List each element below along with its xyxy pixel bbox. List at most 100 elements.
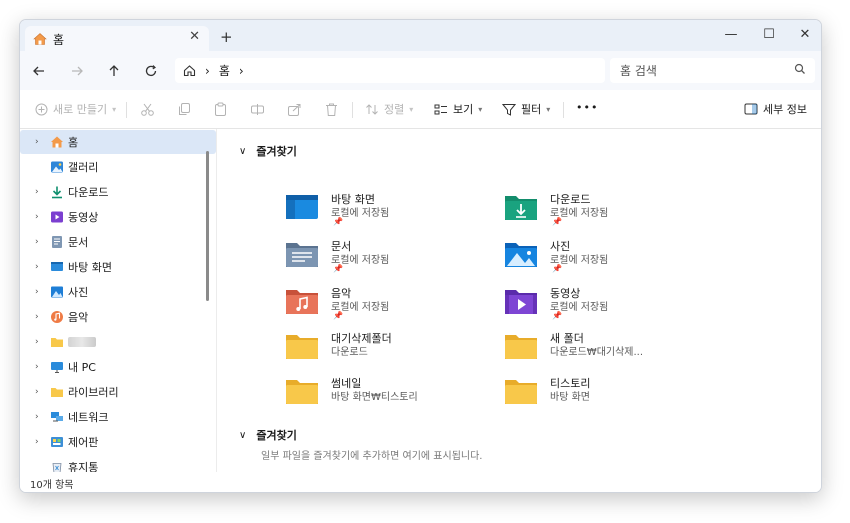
tile-folder[interactable]: 티스토리 바탕 화면 [504,375,714,413]
sidebar-item-user-folder[interactable]: › [20,330,216,354]
tile-folder[interactable]: 새 폴더 다운로드₩대기삭제... [504,330,714,368]
up-button[interactable] [103,60,125,82]
tile-location: 바탕 화면 [550,392,590,403]
sidebar-item-music[interactable]: › 음악 [20,305,216,329]
tab-home[interactable]: 홈 ✕ [25,26,209,52]
chevron-right-icon[interactable]: › [35,137,39,147]
sort-button[interactable]: 정렬 ▾ [365,101,413,117]
sidebar-item-pictures[interactable]: › 사진 [20,280,216,304]
rename-icon[interactable] [250,102,265,117]
tile-music[interactable]: 음악 로컬에 저장됨 📌 [285,285,495,323]
tile-folder[interactable]: 대기삭제폴더 다운로드 [285,330,495,368]
documents-folder-icon [286,243,318,267]
chevron-right-icon[interactable]: › [35,212,39,222]
downloads-folder-icon [505,196,537,220]
chevron-right-icon[interactable]: › [35,237,39,247]
arrow-right-icon [72,66,83,76]
tile-pictures[interactable]: 사진 로컬에 저장됨 📌 [504,238,714,276]
details-pane-icon [744,103,758,115]
sidebar-item-label: 라이브러리 [68,386,119,399]
back-button[interactable] [28,60,50,82]
command-bar: 새로 만들기 ▾ 정렬 ▾ 보기 ▾ 필터 ▾ ••• 세부 정보 [20,90,821,129]
chevron-down-icon[interactable]: ∨ [239,146,246,157]
sidebar-item-control-panel[interactable]: › 제어판 [20,430,216,454]
download-icon [52,186,62,199]
chevron-down-icon: ▾ [546,104,551,114]
pictures-folder-icon [505,243,537,267]
view-button[interactable]: 보기 ▾ [434,101,482,117]
chevron-right-icon[interactable]: › [35,337,39,347]
new-tab-button[interactable]: + [220,28,233,46]
cut-icon[interactable] [140,102,155,117]
tile-videos[interactable]: 동영상 로컬에 저장됨 📌 [504,285,714,323]
chevron-right-icon[interactable]: › [35,187,39,197]
breadcrumb-home[interactable]: 홈 [219,62,230,79]
sidebar-item-desktop[interactable]: › 바탕 화면 [20,255,216,279]
separator [126,102,127,118]
sidebar-item-videos[interactable]: › 동영상 [20,205,216,229]
copy-icon[interactable] [177,102,192,117]
chevron-right-icon[interactable]: › [35,312,39,322]
sidebar-item-documents[interactable]: › 문서 [20,230,216,254]
navigation-bar: › 홈 › 홈 검색 [20,51,821,90]
separator [352,102,353,118]
details-button[interactable]: 세부 정보 [744,101,807,117]
paste-icon[interactable] [213,102,228,117]
document-icon [52,236,62,248]
chevron-right-icon[interactable]: › [35,437,39,447]
breadcrumb-separator[interactable]: › [239,64,244,78]
pin-icon: 📌 [333,264,343,273]
pin-icon: 📌 [552,264,562,273]
favorites-section-header[interactable]: ∨ 즐겨찾기 [239,143,297,159]
chevron-right-icon[interactable]: › [35,362,39,372]
sidebar-item-network[interactable]: › 네트워크 [20,405,216,429]
tile-location: 다운로드₩대기삭제... [550,347,644,358]
refresh-button[interactable] [140,60,162,82]
chevron-down-icon: ▾ [112,104,117,114]
folder-icon [505,380,537,404]
chevron-right-icon[interactable]: › [35,287,39,297]
minimize-button[interactable]: — [713,20,749,48]
sidebar-item-this-pc[interactable]: › 내 PC [20,355,216,379]
sidebar-item-label: 갤러리 [68,161,99,174]
sidebar-item-label: 음악 [68,311,89,324]
pin-icon: 📌 [552,311,562,320]
file-explorer-window: 홈 ✕ + — ☐ ✕ › 홈 › 홈 검색 새로 만들기 ▾ 정렬 ▾ 보기 … [19,19,822,493]
sidebar-item-gallery[interactable]: 갤러리 [20,155,216,179]
tile-folder[interactable]: 썸네일 바탕 화면₩티스토리 [285,375,495,413]
pin-icon: 📌 [333,217,343,226]
delete-icon[interactable] [324,102,339,117]
folder-icon [505,335,537,359]
filter-button[interactable]: 필터 ▾ [502,101,550,117]
control-panel-icon [51,437,63,447]
tab-close-icon[interactable]: ✕ [189,29,200,44]
sort-label: 정렬 [384,103,405,116]
home-outline-icon [183,65,196,77]
sidebar-item-downloads[interactable]: › 다운로드 [20,180,216,204]
close-window-button[interactable]: ✕ [787,20,821,48]
chevron-down-icon[interactable]: ∨ [239,430,246,441]
maximize-button[interactable]: ☐ [751,20,787,48]
tile-desktop[interactable]: 바탕 화면 로컬에 저장됨 📌 [285,191,495,229]
more-options-button[interactable]: ••• [576,101,598,114]
video-icon [51,211,63,223]
pin-icon: 📌 [552,217,562,226]
chevron-right-icon[interactable]: › [35,262,39,272]
new-button[interactable]: 새로 만들기 ▾ [35,101,116,117]
chevron-right-icon[interactable]: › [35,387,39,397]
sidebar-item-libraries[interactable]: › 라이브러리 [20,380,216,404]
search-box[interactable]: 홈 검색 [610,58,815,83]
desktop-icon [51,262,63,271]
share-icon[interactable] [287,102,302,117]
sidebar-scrollbar[interactable] [206,151,209,301]
address-bar[interactable]: › 홈 › [175,58,605,83]
sidebar-item-home[interactable]: › 홈 [20,130,216,154]
recent-section-header[interactable]: ∨ 즐겨찾기 [239,427,297,443]
item-count: 10개 항목 [30,479,74,491]
forward-button[interactable] [66,60,88,82]
search-placeholder: 홈 검색 [620,64,657,78]
tile-downloads[interactable]: 다운로드 로컬에 저장됨 📌 [504,191,714,229]
chevron-right-icon[interactable]: › [35,412,39,422]
sidebar-item-label: 동영상 [68,211,99,224]
tile-documents[interactable]: 문서 로컬에 저장됨 📌 [285,238,495,276]
